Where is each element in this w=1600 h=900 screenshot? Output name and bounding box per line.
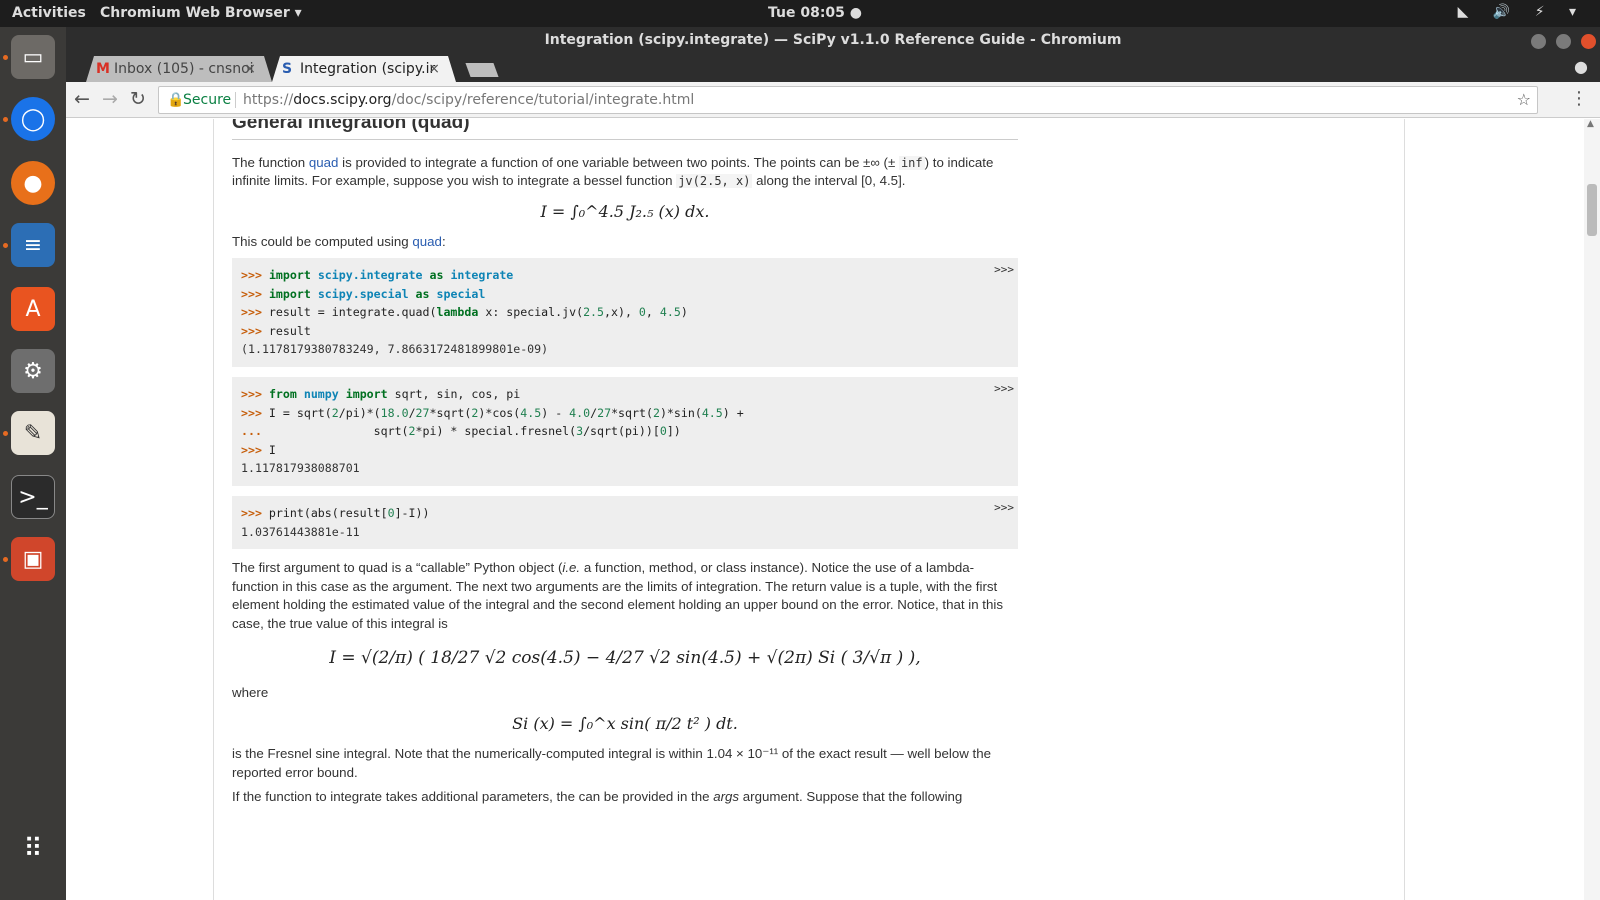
- gmail-icon: M: [96, 61, 110, 77]
- window-titlebar: Integration (scipy.integrate) — SciPy v1…: [66, 27, 1600, 53]
- text: The first argument to quad is a “callabl…: [232, 560, 563, 576]
- emphasis: args: [713, 789, 740, 805]
- browser-toolbar: ← → ↻ 🔒 Secure https://docs.scipy.org/do…: [66, 82, 1600, 118]
- forward-icon[interactable]: →: [102, 88, 118, 110]
- text: The function: [232, 154, 309, 170]
- chromium-icon[interactable]: ◯: [11, 97, 55, 141]
- files-icon[interactable]: ▭: [11, 35, 55, 79]
- url-host: docs.scipy.org: [293, 92, 392, 108]
- maximize-button[interactable]: [1556, 34, 1572, 49]
- divider: [235, 92, 236, 108]
- browser-menu-icon[interactable]: ⋮: [1570, 88, 1588, 109]
- url-scheme: https://: [243, 92, 294, 108]
- system-tray[interactable]: ◣ 🔊 ⚡ ▾: [1458, 4, 1586, 20]
- equation-fresnel-sine: Si (x) = ∫₀^x sin( π/2 t² ) dt.: [512, 713, 738, 733]
- section-heading: General integration (quad): [232, 119, 1018, 140]
- address-bar[interactable]: 🔒 Secure https://docs.scipy.org/doc/scip…: [158, 86, 1538, 114]
- running-indicator: [3, 243, 8, 248]
- copy-toggle-button[interactable]: >>>: [994, 499, 1014, 518]
- paragraph-args: If the function to integrate takes addit…: [232, 788, 1018, 807]
- tab-close-icon[interactable]: ×: [244, 56, 256, 82]
- emphasis: i.e.: [562, 560, 581, 576]
- close-window-button[interactable]: [1581, 34, 1596, 49]
- minimize-button[interactable]: [1531, 34, 1547, 49]
- paragraph-computed: This could be computed using quad:: [232, 233, 1018, 252]
- paragraph-where: where: [232, 685, 269, 701]
- text: argument. Suppose that the following: [739, 789, 963, 805]
- equation-bessel-integral: I = ∫₀^4.5 J₂.₅ (x) dx.: [540, 201, 710, 221]
- app-menu[interactable]: Chromium Web Browser ▾: [100, 5, 302, 21]
- inline-code: jv(2.5, x): [676, 174, 753, 189]
- security-label[interactable]: Secure: [183, 87, 231, 113]
- window-title: Integration (scipy.integrate) — SciPy v1…: [544, 32, 1122, 48]
- new-tab-button[interactable]: [465, 63, 499, 77]
- text: along the interval [0, 4.5].: [752, 173, 906, 189]
- doc-content: General integration (quad) The function …: [232, 119, 1018, 813]
- running-indicator: [3, 55, 8, 60]
- settings-icon[interactable]: ⚙: [11, 349, 55, 393]
- paragraph-explanation: The first argument to quad is a “callabl…: [232, 559, 1018, 633]
- scroll-up-icon[interactable]: ▲: [1587, 119, 1594, 129]
- tab-integration[interactable]: S Integration (scipy.ir ×: [272, 56, 456, 82]
- back-icon[interactable]: ←: [74, 88, 90, 110]
- terminal-icon[interactable]: >_: [11, 475, 55, 519]
- text: This could be computed using: [232, 234, 413, 250]
- page-viewport: General integration (quad) The function …: [66, 119, 1600, 900]
- page-scrollbar[interactable]: ▲: [1584, 119, 1600, 900]
- firefox-icon[interactable]: ●: [11, 161, 55, 205]
- text: If the function to integrate takes addit…: [232, 789, 714, 805]
- inline-code: inf: [898, 155, 925, 170]
- launcher-dock: ▭ ◯ ● ≡ A ⚙ ✎ >_ ▣ ⠿: [0, 27, 66, 900]
- quad-link[interactable]: quad: [412, 234, 442, 249]
- tab-label: Inbox (105) - cnsnoi: [114, 61, 254, 77]
- url-path: /doc/scipy/reference/tutorial/integrate.…: [391, 92, 695, 108]
- equation-true-value: I = √(2/π) ( 18/27 √2 cos(4.5) − 4/27 √2…: [329, 648, 921, 669]
- running-indicator: [3, 117, 8, 122]
- code-block-3[interactable]: >>> >>> print(abs(result[0]-I)) 1.0376144…: [232, 495, 1018, 550]
- tab-close-icon[interactable]: ×: [428, 56, 440, 82]
- copy-toggle-button[interactable]: >>>: [994, 380, 1014, 399]
- copy-toggle-button[interactable]: >>>: [994, 261, 1014, 280]
- code-block-1[interactable]: >>> >>> import scipy.integrate as integra…: [232, 257, 1018, 367]
- text: :: [441, 234, 446, 250]
- activities-button[interactable]: Activities: [12, 5, 86, 21]
- writer-icon[interactable]: ≡: [11, 223, 55, 267]
- show-apps-icon[interactable]: ⠿: [11, 827, 55, 871]
- tab-strip: M Inbox (105) - cnsnoi × S Integration (…: [66, 53, 1600, 82]
- impress-icon[interactable]: ▣: [11, 537, 55, 581]
- running-indicator: [3, 557, 8, 562]
- reload-icon[interactable]: ↻: [130, 88, 146, 110]
- text: is provided to integrate a function of o…: [338, 154, 899, 170]
- bookmark-star-icon[interactable]: ☆: [1517, 87, 1531, 113]
- paragraph-intro: The function quad is provided to integra…: [232, 154, 1018, 191]
- system-top-bar: Activities Chromium Web Browser ▾ Tue 08…: [0, 0, 1600, 27]
- scrollbar-thumb[interactable]: [1587, 184, 1597, 236]
- clock[interactable]: Tue 08:05 ●: [768, 5, 862, 21]
- profile-icon[interactable]: ●: [1574, 57, 1588, 76]
- lock-icon[interactable]: 🔒: [167, 87, 184, 113]
- url-text[interactable]: https://docs.scipy.org/doc/scipy/referen…: [243, 87, 694, 113]
- paragraph-fresnel: is the Fresnel sine integral. Note that …: [232, 746, 992, 780]
- tab-label: Integration (scipy.ir: [300, 61, 436, 77]
- quad-link[interactable]: quad: [309, 155, 339, 170]
- running-indicator: [3, 431, 8, 436]
- software-center-icon[interactable]: A: [11, 287, 55, 331]
- code-block-2[interactable]: >>> >>> from numpy import sqrt, sin, cos,…: [232, 376, 1018, 486]
- tab-inbox[interactable]: M Inbox (105) - cnsnoi ×: [86, 56, 272, 82]
- scipy-icon: S: [282, 61, 293, 77]
- text-editor-icon[interactable]: ✎: [11, 411, 55, 455]
